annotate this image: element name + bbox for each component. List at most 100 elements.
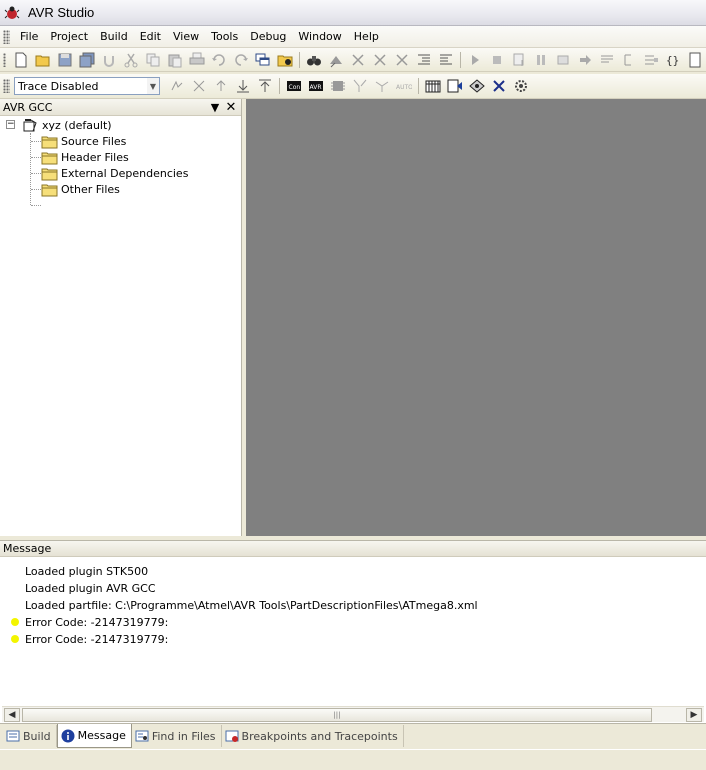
- close-debug-button[interactable]: [489, 76, 509, 96]
- scroll-left-icon[interactable]: ◀: [4, 708, 20, 722]
- processor-view-button[interactable]: [445, 76, 465, 96]
- save-all-button[interactable]: [77, 50, 97, 70]
- bookmark-next-button[interactable]: [348, 50, 368, 70]
- outdent-button[interactable]: [436, 50, 456, 70]
- tab-label: Message: [77, 729, 126, 742]
- menu-tools[interactable]: Tools: [205, 27, 244, 47]
- menu-view[interactable]: View: [167, 27, 205, 47]
- open-button[interactable]: [33, 50, 53, 70]
- menu-edit[interactable]: Edit: [134, 27, 167, 47]
- message-pane: Message Loaded plugin STK500 Loaded plug…: [0, 540, 706, 723]
- reset-icon: [513, 53, 524, 66]
- tree-line: [31, 157, 41, 158]
- explorer-button[interactable]: [275, 50, 295, 70]
- options-button[interactable]: [511, 76, 531, 96]
- undo-button[interactable]: [99, 50, 119, 70]
- project-pane-title: AVR GCC: [3, 100, 53, 114]
- new-file-button[interactable]: [11, 50, 31, 70]
- menu-build[interactable]: Build: [94, 27, 134, 47]
- undo-edit-button[interactable]: [209, 50, 229, 70]
- open-folder-icon: [35, 55, 50, 66]
- redo-button[interactable]: [231, 50, 251, 70]
- disk-icon: [469, 79, 485, 93]
- chevron-down-icon[interactable]: ▼: [147, 78, 159, 94]
- pause-icon: [537, 54, 545, 65]
- toolbar-separator: [460, 51, 461, 68]
- tab-find-in-files[interactable]: Find in Files: [132, 725, 222, 747]
- stop-icon: [493, 55, 501, 64]
- auto-button[interactable]: AUTO: [394, 76, 414, 96]
- step-into-button[interactable]: [597, 50, 617, 70]
- auto-step-button[interactable]: [685, 50, 705, 70]
- menu-window[interactable]: Window: [292, 27, 347, 47]
- trace-top-button[interactable]: [255, 76, 275, 96]
- con-button[interactable]: Con: [284, 76, 304, 96]
- trace-toggle-button[interactable]: [167, 76, 187, 96]
- probe2-button[interactable]: [372, 76, 392, 96]
- save-button[interactable]: [55, 50, 75, 70]
- trace-down-button[interactable]: [233, 76, 253, 96]
- tree-folder-label: External Dependencies: [61, 166, 189, 180]
- pane-menu-icon[interactable]: ▼: [208, 100, 222, 114]
- menu-help[interactable]: Help: [348, 27, 385, 47]
- tab-message[interactable]: Message: [56, 724, 132, 748]
- toolbar-grip[interactable]: [3, 52, 6, 67]
- cut-button[interactable]: [121, 50, 141, 70]
- windows-button[interactable]: [253, 50, 273, 70]
- scroll-right-icon[interactable]: ▶: [686, 708, 702, 722]
- collapse-icon[interactable]: −: [6, 120, 15, 129]
- io-view-button[interactable]: [467, 76, 487, 96]
- memory-button[interactable]: [423, 76, 443, 96]
- probe-icon: [353, 79, 367, 92]
- bookmark-clear-button[interactable]: [392, 50, 412, 70]
- indent-icon: [418, 54, 430, 64]
- step-out-button[interactable]: [641, 50, 661, 70]
- probe-button[interactable]: [350, 76, 370, 96]
- menu-file[interactable]: File: [14, 27, 44, 47]
- run-to-cursor-button[interactable]: {}: [663, 50, 683, 70]
- tree-folder-source-files[interactable]: Source Files: [41, 133, 126, 149]
- reset-button[interactable]: [509, 50, 529, 70]
- step-over-button[interactable]: [619, 50, 639, 70]
- tab-breakpoints[interactable]: Breakpoints and Tracepoints: [222, 725, 404, 747]
- avr-studio-app-icon: [4, 6, 20, 19]
- tree-project-node[interactable]: xyz (default): [22, 117, 112, 133]
- tree-folder-external-dependencies[interactable]: External Dependencies: [41, 165, 188, 181]
- document-icon: [689, 52, 701, 67]
- gear-icon: [515, 80, 527, 92]
- menu-project[interactable]: Project: [44, 27, 94, 47]
- run-button[interactable]: [465, 50, 485, 70]
- bookmark-toggle-button[interactable]: [326, 50, 346, 70]
- redo-arrow-icon: [235, 53, 248, 66]
- indent-button[interactable]: [414, 50, 434, 70]
- folder-icon: [41, 168, 58, 180]
- scrollbar-thumb[interactable]: |||: [22, 708, 652, 722]
- paste-button[interactable]: [165, 50, 185, 70]
- con-chip-icon: Con: [287, 81, 301, 91]
- menu-debug[interactable]: Debug: [244, 27, 292, 47]
- trace-up-button[interactable]: [211, 76, 231, 96]
- print-button[interactable]: [187, 50, 207, 70]
- close-icon[interactable]: ✕: [224, 100, 238, 115]
- tree-folder-header-files[interactable]: Header Files: [41, 149, 129, 165]
- copy-button[interactable]: [143, 50, 163, 70]
- menubar-grip[interactable]: [3, 29, 10, 44]
- avr-button[interactable]: AVR: [306, 76, 326, 96]
- trace-mode-select[interactable]: Trace Disabled ▼: [14, 77, 160, 95]
- find-button[interactable]: [304, 50, 324, 70]
- toolbar-grip[interactable]: [3, 79, 10, 93]
- break-button[interactable]: [531, 50, 551, 70]
- standard-toolbar: {}: [0, 48, 706, 72]
- message-horizontal-scrollbar[interactable]: ◀ ||| ▶: [2, 706, 704, 722]
- bookmark-clear-icon: [396, 53, 408, 66]
- tree-folder-other-files[interactable]: Other Files: [41, 181, 120, 197]
- message-line: Error Code: -2147319779:: [25, 616, 169, 629]
- step-button[interactable]: [553, 50, 573, 70]
- stop-button[interactable]: [487, 50, 507, 70]
- tab-build[interactable]: Build: [3, 725, 57, 747]
- bookmark-prev-button[interactable]: [370, 50, 390, 70]
- binoculars-icon: [307, 55, 321, 65]
- chip-button[interactable]: [328, 76, 348, 96]
- show-next-button[interactable]: [575, 50, 595, 70]
- trace-clear-button[interactable]: [189, 76, 209, 96]
